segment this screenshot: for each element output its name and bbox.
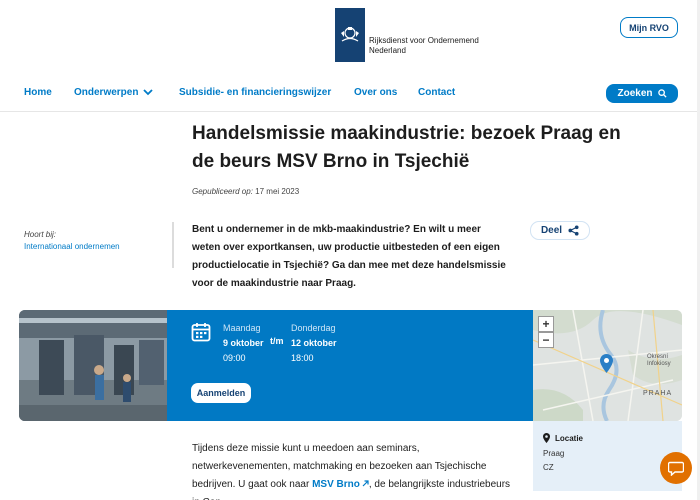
- published-value: 17 mei 2023: [255, 187, 300, 196]
- end-date: 12 oktober: [291, 338, 337, 348]
- share-icon: [568, 225, 579, 236]
- location-country: CZ: [543, 463, 554, 472]
- search-button-label: Zoeken: [617, 88, 653, 99]
- logo-line-1: Rijksdienst voor Ondernemend: [369, 36, 479, 45]
- map-city-label: PRAHA: [643, 390, 673, 397]
- event-panel: Maandag 9 oktober 09:00 t/m Donderdag 12…: [167, 310, 533, 421]
- end-day: Donderdag: [291, 323, 336, 333]
- event-start: Maandag 9 oktober 09:00: [223, 321, 264, 366]
- location-city: Praag: [543, 449, 565, 458]
- nav-over-ons[interactable]: Over ons: [354, 87, 418, 98]
- nav-subsidie[interactable]: Subsidie- en financieringswijzer: [179, 87, 354, 98]
- search-button[interactable]: Zoeken: [606, 84, 678, 103]
- share-button[interactable]: Deel: [530, 221, 590, 240]
- location-heading: Locatie: [543, 433, 583, 443]
- crest-icon: [341, 27, 359, 42]
- main-nav: Home Onderwerpen Subsidie- en financieri…: [24, 87, 455, 98]
- location-pin-icon: [543, 433, 550, 443]
- start-time: 09:00: [223, 353, 246, 363]
- share-label: Deel: [540, 225, 563, 236]
- mijn-rvo-button[interactable]: Mijn RVO: [620, 17, 678, 38]
- calendar-icon: [191, 323, 211, 342]
- hoort-bij-label: Hoort bij:: [24, 230, 57, 239]
- register-button[interactable]: Aanmelden: [191, 383, 251, 403]
- location-map[interactable]: + − Okresní Infokiosy PRAHA: [533, 310, 682, 421]
- nav-onderwerpen[interactable]: Onderwerpen: [74, 87, 179, 98]
- start-date: 9 oktober: [223, 338, 264, 348]
- nav-contact[interactable]: Contact: [418, 87, 455, 98]
- chevron-down-icon: [143, 89, 154, 96]
- factory-photo: [19, 310, 167, 421]
- intro-divider: [172, 222, 174, 268]
- msv-brno-link[interactable]: MSV Brno: [312, 479, 369, 490]
- location-title: Locatie: [555, 433, 584, 443]
- published-date: Gepubliceerd op: 17 mei 2023: [192, 187, 299, 196]
- nav-onderwerpen-label: Onderwerpen: [74, 87, 139, 98]
- search-icon: [657, 89, 667, 98]
- date-separator: t/m: [270, 336, 284, 346]
- published-label: Gepubliceerd op:: [192, 187, 253, 196]
- rijksoverheid-logo[interactable]: [335, 8, 365, 62]
- map-zoom-in[interactable]: +: [538, 316, 554, 332]
- location-panel: Locatie Praag CZ: [533, 421, 682, 491]
- external-link-icon: [362, 480, 369, 487]
- intro-text: Bent u ondernemer in de mkb-maakindustri…: [192, 224, 506, 289]
- map-pin-icon[interactable]: [600, 354, 613, 373]
- map-district-label: Okresní Infokiosy: [647, 354, 671, 367]
- logo-line-2: Nederland: [369, 46, 406, 55]
- map-zoom-out[interactable]: −: [538, 332, 554, 348]
- site-header: Rijksdienst voor Ondernemend Nederland M…: [0, 0, 700, 112]
- hoort-bij-link[interactable]: Internationaal ondernemen: [24, 241, 120, 253]
- end-time: 18:00: [291, 353, 314, 363]
- nav-home[interactable]: Home: [24, 87, 74, 98]
- msv-brno-link-label: MSV Brno: [312, 479, 360, 490]
- start-day: Maandag: [223, 323, 261, 333]
- chat-button[interactable]: [660, 452, 692, 484]
- factory-image: [19, 310, 167, 421]
- logo-text: Rijksdienst voor Ondernemend Nederland: [369, 36, 479, 56]
- event-end: Donderdag 12 oktober 18:00: [291, 321, 337, 366]
- body-paragraph: Tijdens deze missie kunt u meedoen aan s…: [192, 440, 512, 500]
- hoort-bij: Hoort bij: Internationaal ondernemen: [24, 229, 120, 253]
- chat-bubble-icon: [668, 461, 684, 476]
- page-title: Handelsmissie maakindustrie: bezoek Praa…: [192, 123, 621, 172]
